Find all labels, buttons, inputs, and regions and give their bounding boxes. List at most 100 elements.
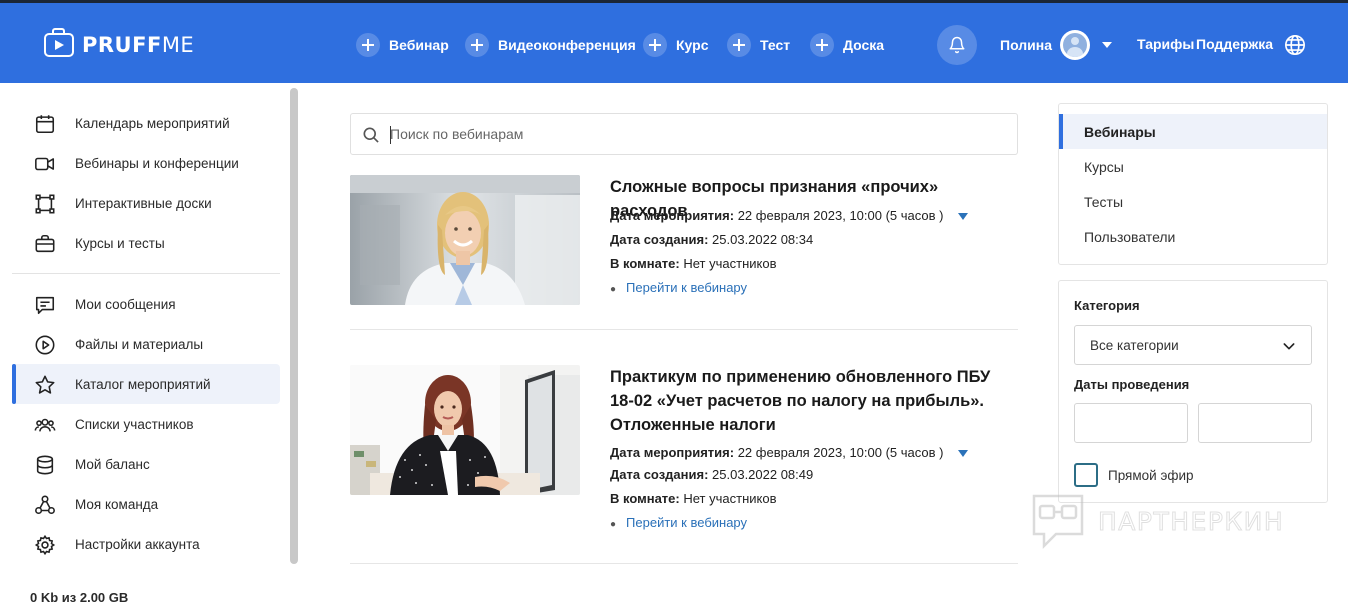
sidebar-item-label: Настройки аккаунта: [75, 536, 200, 552]
sidebar-item-catalog[interactable]: Каталог мероприятий: [12, 364, 280, 404]
create-webinar-label: Вебинар: [389, 37, 449, 53]
sidebar-item-courses[interactable]: Курсы и тесты: [12, 223, 280, 263]
sidebar-item-balance[interactable]: Мой баланс: [12, 444, 280, 484]
room-status-label: В комнате:: [610, 256, 680, 271]
avatar: [1060, 30, 1091, 60]
created-date-label: Дата создания:: [610, 467, 709, 482]
webinar-thumbnail[interactable]: [350, 365, 580, 495]
sidebar-item-label: Мой баланс: [75, 456, 150, 472]
sidebar-item-label: Файлы и материалы: [75, 336, 204, 352]
sidebar-item-label: Вебинары и конференции: [75, 155, 239, 171]
room-status-label: В комнате:: [610, 491, 680, 506]
create-course-button[interactable]: Курс: [643, 33, 708, 57]
sidebar-item-label: Каталог мероприятий: [75, 376, 211, 392]
date-to-input[interactable]: [1198, 403, 1312, 443]
plus-icon: [643, 33, 667, 57]
sidebar-item-webinars[interactable]: Вебинары и конференции: [12, 143, 280, 183]
support-link[interactable]: Поддержка: [1196, 36, 1273, 52]
filters-panel: Категория Все категории Даты проведения …: [1058, 280, 1328, 503]
video-camera-icon: [35, 157, 55, 171]
dates-label: Даты проведения: [1074, 377, 1190, 392]
language-button[interactable]: [1284, 34, 1306, 61]
sidebar-item-boards[interactable]: Интерактивные доски: [12, 183, 280, 223]
nav-courses[interactable]: Курсы: [1059, 149, 1327, 184]
room-status: В комнате: Нет участников: [610, 487, 776, 511]
sidebar-item-messages[interactable]: Мои сообщения: [12, 284, 280, 324]
create-webinar-button[interactable]: Вебинар: [356, 33, 449, 57]
sidebar-item-files[interactable]: Файлы и материалы: [12, 324, 280, 364]
event-date-value: 22 февраля 2023, 10:00 (5 часов ): [737, 208, 944, 223]
sidebar-divider: [12, 273, 280, 274]
event-date-label: Дата мероприятия:: [610, 445, 735, 460]
nav-webinars[interactable]: Вебинары: [1059, 114, 1327, 149]
logo[interactable]: PRUFFME: [44, 28, 195, 59]
event-date-label: Дата мероприятия:: [610, 208, 735, 223]
card-divider: [350, 329, 1018, 330]
created-date: Дата создания: 25.03.2022 08:34: [610, 228, 813, 252]
room-status: В комнате: Нет участников: [610, 252, 776, 276]
created-date-value: 25.03.2022 08:34: [712, 232, 814, 247]
content-type-nav: Вебинары Курсы Тесты Пользователи: [1058, 103, 1328, 265]
room-status-value: Нет участников: [683, 491, 777, 506]
watermark: ПАРТНЕРКИН: [1030, 492, 1284, 550]
logo-text-bold: PRUFF: [82, 33, 162, 57]
database-icon: [36, 455, 54, 475]
logo-icon: [44, 28, 74, 57]
sidebar-item-calendar[interactable]: Календарь мероприятий: [12, 103, 280, 143]
event-date-value: 22 февраля 2023, 10:00 (5 часов ): [737, 445, 944, 460]
create-board-label: Доска: [843, 37, 885, 53]
webinar-thumbnail[interactable]: [350, 175, 580, 305]
globe-icon: [1285, 35, 1305, 55]
logo-text-light: ME: [161, 33, 195, 57]
create-videoconference-label: Видеоконференция: [498, 37, 636, 53]
create-board-button[interactable]: Доска: [810, 33, 884, 57]
sidebar-item-label: Интерактивные доски: [75, 195, 212, 211]
sidebar-item-label: Мои сообщения: [75, 296, 176, 312]
search-input[interactable]: [390, 122, 990, 146]
go-to-webinar-link[interactable]: ● Перейти к вебинару: [610, 276, 747, 302]
tariffs-link[interactable]: Тарифы: [1137, 36, 1194, 52]
briefcase-icon: [35, 234, 55, 253]
play-circle-icon: [35, 335, 55, 355]
card-divider: [350, 563, 1018, 564]
header: PRUFFME Вебинар Видеоконференция Курс Те…: [0, 3, 1348, 83]
whiteboard-icon: [35, 194, 55, 214]
caret-down-icon[interactable]: [957, 450, 968, 458]
sidebar-item-label: Списки участников: [75, 416, 194, 432]
user-menu[interactable]: Полина: [1000, 29, 1113, 61]
sidebar-item-participants[interactable]: Списки участников: [12, 404, 280, 444]
watermark-text: ПАРТНЕРКИН: [1097, 506, 1285, 536]
date-from-input[interactable]: [1074, 403, 1188, 443]
event-date: Дата мероприятия: 22 февраля 2023, 10:00…: [610, 204, 968, 228]
search-icon: [363, 127, 379, 143]
gear-icon: [34, 534, 56, 556]
go-to-webinar-label: Перейти к вебинару: [626, 280, 748, 295]
bell-icon: [949, 36, 965, 54]
live-checkbox[interactable]: [1074, 463, 1098, 487]
create-test-button[interactable]: Тест: [727, 33, 790, 57]
created-date-label: Дата создания:: [610, 232, 709, 247]
sidebar-item-settings[interactable]: Настройки аккаунта: [12, 524, 280, 564]
live-checkbox-label: Прямой эфир: [1108, 468, 1194, 483]
text-cursor: [390, 126, 391, 144]
create-videoconference-button[interactable]: Видеоконференция: [465, 33, 636, 57]
star-icon: [35, 375, 55, 394]
search-box[interactable]: [350, 113, 1018, 155]
webinar-title[interactable]: Практикум по применению обновленного ПБУ…: [610, 365, 1018, 437]
sidebar-item-team[interactable]: Моя команда: [12, 484, 280, 524]
category-label: Категория: [1074, 298, 1140, 313]
notifications-button[interactable]: [937, 25, 977, 65]
plus-icon: [356, 33, 380, 57]
sidebar-scrollbar[interactable]: [290, 88, 298, 564]
sidebar-item-label: Моя команда: [75, 496, 159, 512]
go-to-webinar-label: Перейти к вебинару: [626, 515, 748, 530]
nav-users[interactable]: Пользователи: [1059, 219, 1327, 254]
created-date-value: 25.03.2022 08:49: [712, 467, 814, 482]
nav-tests[interactable]: Тесты: [1059, 184, 1327, 219]
caret-down-icon[interactable]: [957, 213, 968, 221]
plus-icon: [810, 33, 834, 57]
users-icon: [34, 418, 56, 432]
go-to-webinar-link[interactable]: ● Перейти к вебинару: [610, 511, 747, 537]
category-select[interactable]: Все категории: [1074, 325, 1312, 365]
plus-icon: [727, 33, 751, 57]
